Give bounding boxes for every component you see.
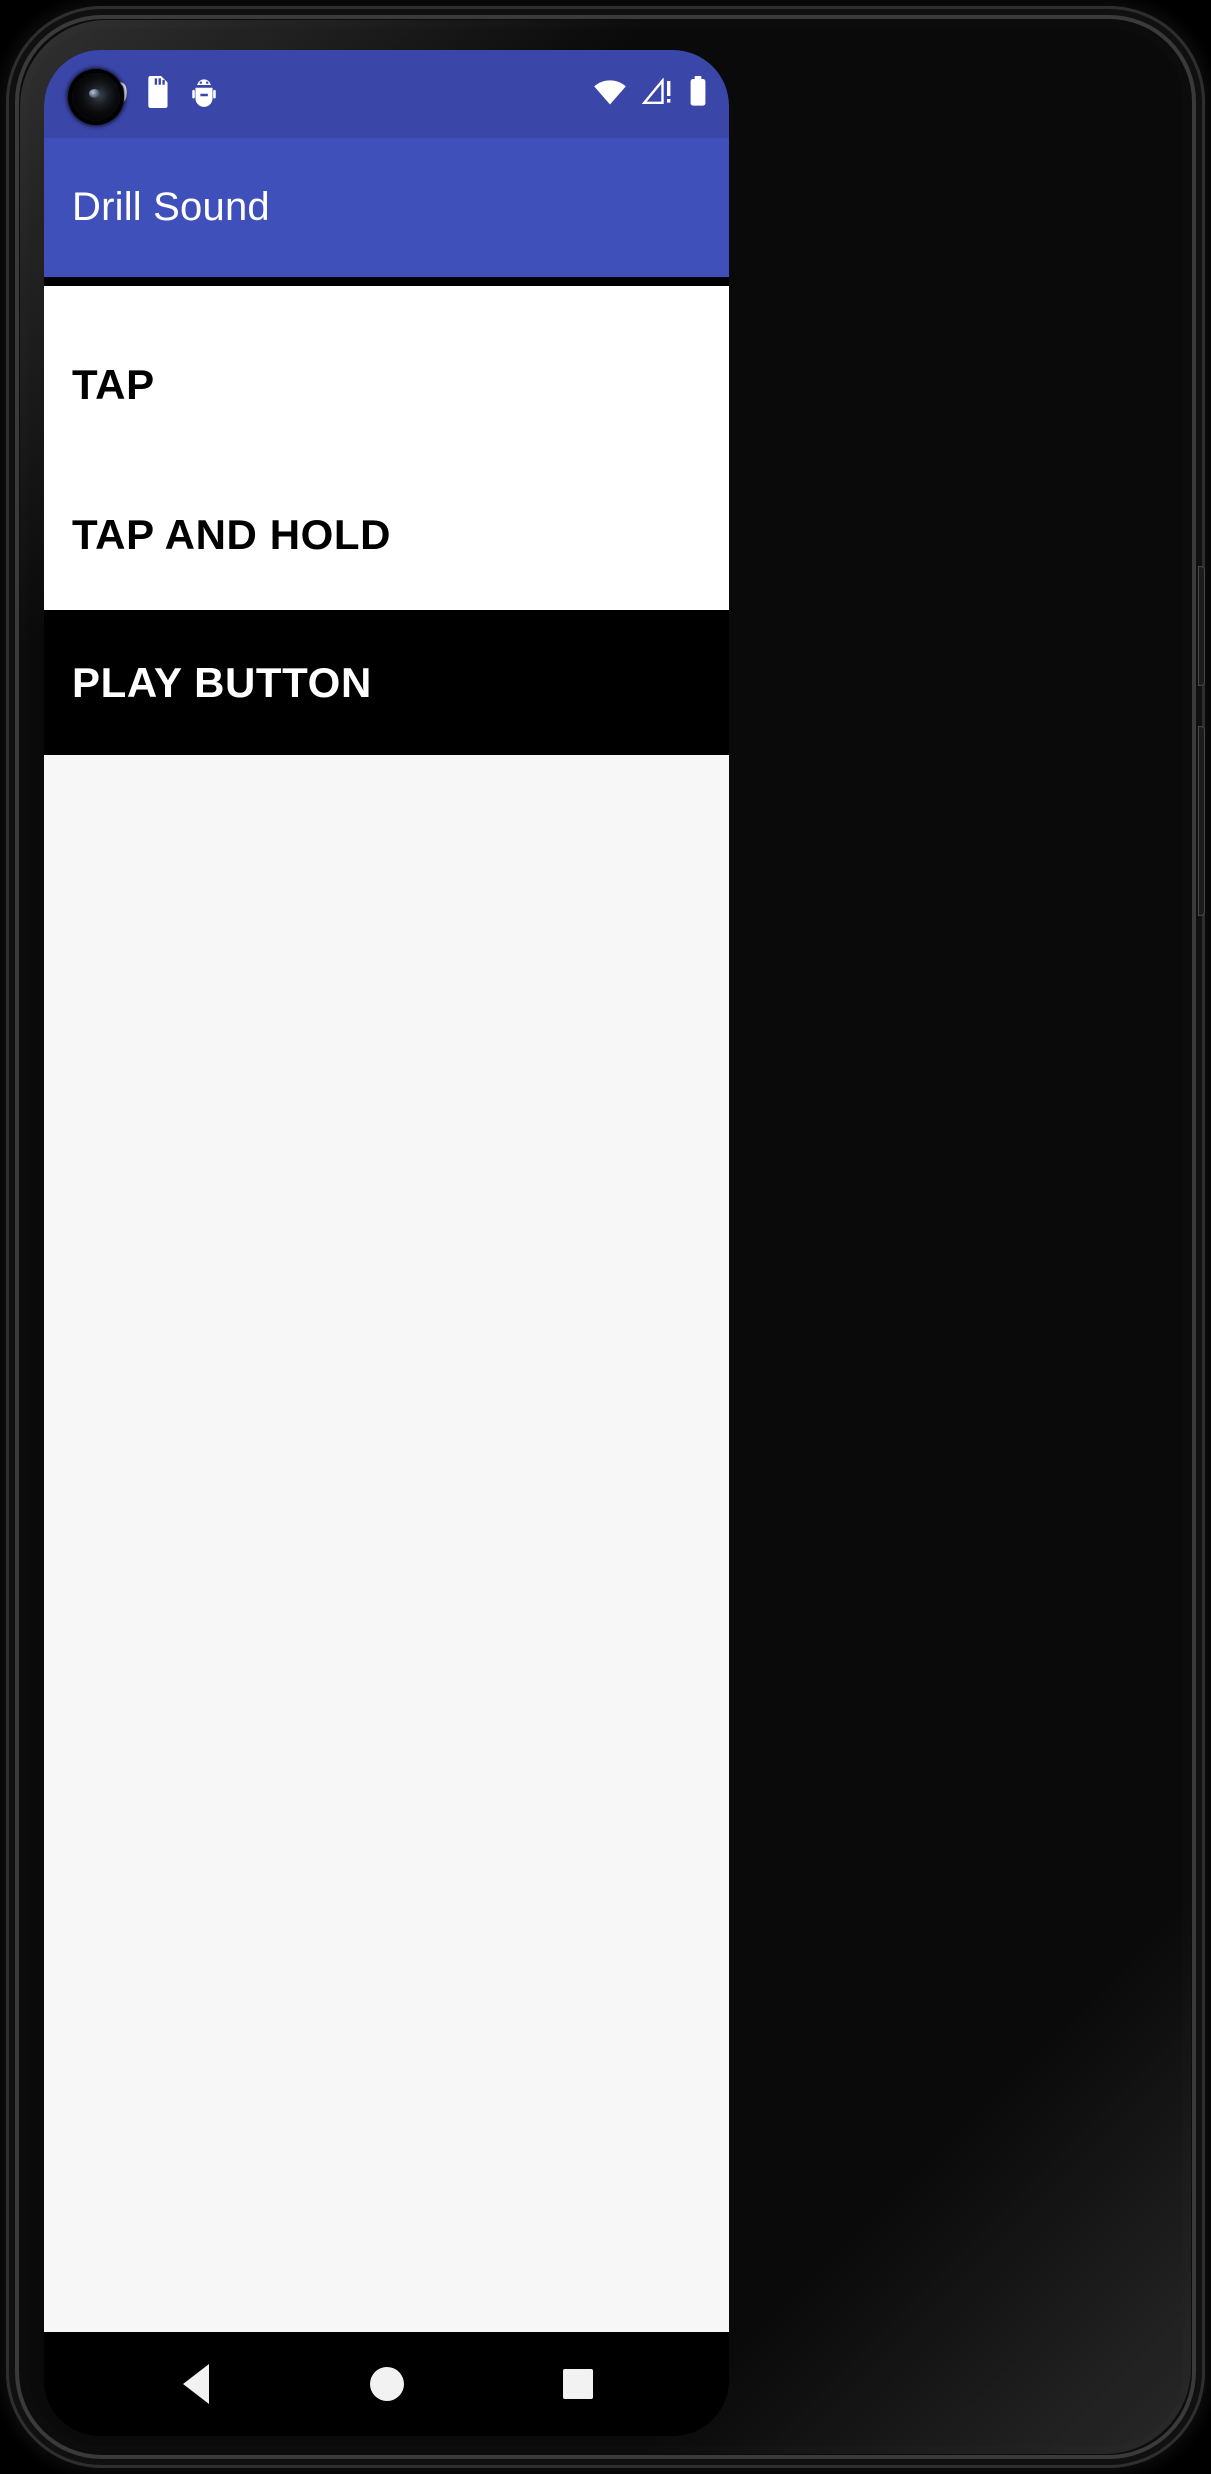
dark-button-panel: PLAY BUTTON bbox=[44, 610, 729, 755]
volume-button[interactable] bbox=[1198, 726, 1205, 916]
cellular-warning-icon bbox=[641, 76, 674, 111]
android-debug-icon bbox=[190, 76, 218, 113]
battery-icon bbox=[689, 75, 707, 113]
light-button-panel: TAP TAP AND HOLD bbox=[44, 286, 729, 610]
back-triangle-icon bbox=[182, 2364, 209, 2404]
play-button[interactable]: PLAY BUTTON bbox=[44, 610, 729, 755]
tap-button[interactable]: TAP bbox=[44, 310, 729, 460]
device-frame: 30 bbox=[6, 6, 1205, 2468]
status-bar[interactable]: 30 bbox=[44, 50, 729, 138]
phone-screen: 30 bbox=[44, 50, 729, 2436]
power-button[interactable] bbox=[1198, 566, 1205, 686]
navigation-bar bbox=[44, 2332, 729, 2436]
tap-and-hold-button[interactable]: TAP AND HOLD bbox=[44, 460, 729, 610]
nav-home-button[interactable] bbox=[332, 2332, 442, 2436]
front-camera-punch-hole bbox=[72, 73, 120, 121]
app-bar-shadow bbox=[44, 277, 729, 286]
sd-card-icon bbox=[146, 75, 172, 113]
wifi-icon bbox=[593, 78, 627, 111]
app-bar-title: Drill Sound bbox=[72, 185, 270, 229]
home-circle-icon bbox=[369, 2367, 404, 2401]
status-bar-right-group bbox=[593, 75, 707, 113]
recents-square-icon bbox=[562, 2369, 593, 2399]
nav-back-button[interactable] bbox=[141, 2332, 251, 2436]
status-bar-left-group: 30 bbox=[72, 75, 593, 113]
app-bar: Drill Sound bbox=[44, 138, 729, 277]
main-content: TAP TAP AND HOLD PLAY BUTTON bbox=[44, 286, 729, 2332]
nav-recents-button[interactable] bbox=[523, 2332, 633, 2436]
empty-content-area bbox=[44, 755, 729, 2332]
